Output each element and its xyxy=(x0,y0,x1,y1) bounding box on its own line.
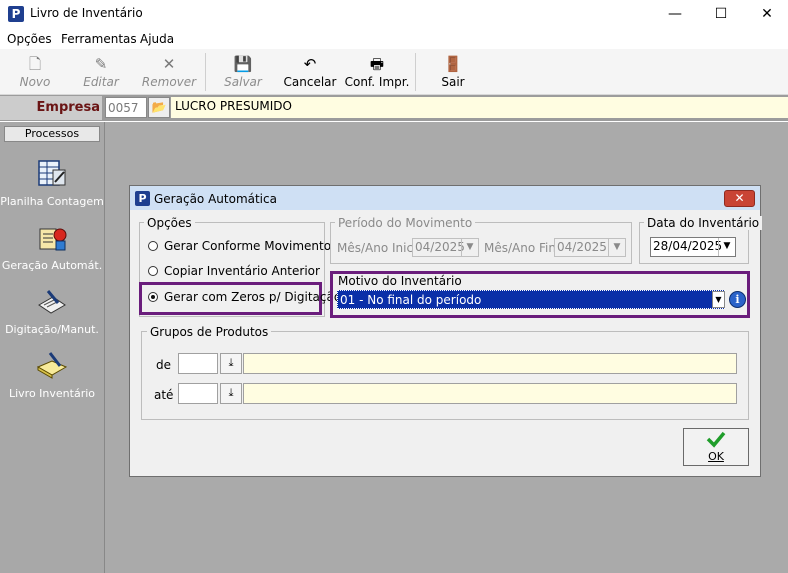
grupos-legend: Grupos de Produtos xyxy=(147,325,272,339)
sair-button[interactable]: 🚪 Sair xyxy=(418,49,488,94)
minimize-button[interactable]: — xyxy=(652,0,698,29)
grupo-de-code-input[interactable] xyxy=(178,353,218,374)
chevron-down-icon[interactable]: ▼ xyxy=(712,291,725,308)
typing-pen-icon[interactable] xyxy=(36,285,68,317)
option-label: Copiar Inventário Anterior xyxy=(164,264,320,278)
data-inventario-legend: Data do Inventário xyxy=(644,216,763,230)
motivo-select[interactable]: 01 - No final do período xyxy=(337,290,725,309)
de-label: de xyxy=(156,358,171,372)
novo-button[interactable]: 🗋 Novo xyxy=(0,49,70,94)
cancelar-button[interactable]: ↶ Cancelar xyxy=(275,49,345,94)
toolbar-separator xyxy=(415,53,416,91)
processos-header: Processos xyxy=(4,126,100,142)
empresa-label: Empresa xyxy=(0,96,102,120)
download-arrow-icon[interactable]: ⤓ xyxy=(220,383,242,404)
checkmark-icon xyxy=(705,430,727,448)
save-disk-icon: 💾 xyxy=(233,55,253,73)
menu-ferramentas[interactable]: Ferramentas xyxy=(61,32,137,46)
radio-copiar-inventario-anterior[interactable] xyxy=(148,266,158,276)
printer-icon: 🖶 xyxy=(369,55,385,73)
undo-icon: ↶ xyxy=(303,55,317,73)
sidebar-item-planilha-contagem[interactable]: Planilha Contagem xyxy=(0,195,104,208)
processos-panel xyxy=(0,122,105,573)
menu-opcoes[interactable]: Opções xyxy=(7,32,52,46)
menu-ajuda[interactable]: Ajuda xyxy=(140,32,174,46)
ok-label: OK xyxy=(708,450,724,463)
salvar-button[interactable]: 💾 Salvar xyxy=(208,49,278,94)
auto-generate-icon[interactable] xyxy=(36,221,68,253)
option-label: Gerar Conforme Movimento xyxy=(164,239,332,253)
editar-button[interactable]: ✎ Editar xyxy=(66,49,136,94)
open-folder-icon[interactable]: 📂 xyxy=(148,97,170,118)
dialog-app-icon: P xyxy=(135,191,150,206)
empresa-name: LUCRO PRESUMIDO xyxy=(171,97,788,118)
sidebar-item-geracao-automatica[interactable]: Geração Automát. xyxy=(0,259,104,272)
new-document-icon: 🗋 xyxy=(28,55,42,73)
grupos-group xyxy=(141,331,749,420)
remover-button[interactable]: ✕ Remover xyxy=(134,49,204,94)
grupo-ate-code-input[interactable] xyxy=(178,383,218,404)
opcoes-legend: Opções xyxy=(144,216,195,230)
dialog-close-icon[interactable]: ✕ xyxy=(724,190,755,207)
edit-document-icon: ✎ xyxy=(94,55,108,73)
app-logo-icon: P xyxy=(8,6,24,22)
chevron-down-icon: ▼ xyxy=(608,239,625,256)
periodo-legend: Período do Movimento xyxy=(335,216,476,230)
sidebar-item-livro-inventario[interactable]: Livro Inventário xyxy=(0,387,104,400)
empresa-code-field[interactable]: 0057 xyxy=(105,97,147,118)
sidebar-item-digitacao-manut[interactable]: Digitação/Manut. xyxy=(0,323,104,336)
motivo-legend: Motivo do Inventário xyxy=(335,274,465,288)
grupo-ate-description xyxy=(243,383,737,404)
ate-label: até xyxy=(154,388,174,402)
close-window-button[interactable]: ✕ xyxy=(744,0,788,29)
window-title: Livro de Inventário xyxy=(30,6,143,20)
conf-impr-button[interactable]: 🖶 Conf. Impr. xyxy=(342,49,412,94)
chevron-down-icon[interactable]: ▼ xyxy=(718,238,735,256)
radio-gerar-com-zeros[interactable] xyxy=(148,292,158,302)
dialog-title: Geração Automática xyxy=(154,192,277,206)
toolbar-separator xyxy=(205,53,206,91)
option-label: Gerar com Zeros p/ Digitação xyxy=(164,290,342,304)
download-arrow-icon[interactable]: ⤓ xyxy=(220,353,242,374)
radio-gerar-conforme-movimento[interactable] xyxy=(148,241,158,251)
maximize-button[interactable]: ☐ xyxy=(698,0,744,29)
exit-door-icon: 🚪 xyxy=(443,55,463,73)
grupo-de-description xyxy=(243,353,737,374)
remove-x-icon: ✕ xyxy=(162,55,176,73)
chevron-down-icon: ▼ xyxy=(461,239,478,256)
info-icon[interactable]: i xyxy=(729,291,746,308)
book-inventory-icon[interactable] xyxy=(36,349,68,381)
spreadsheet-icon[interactable] xyxy=(36,156,68,188)
